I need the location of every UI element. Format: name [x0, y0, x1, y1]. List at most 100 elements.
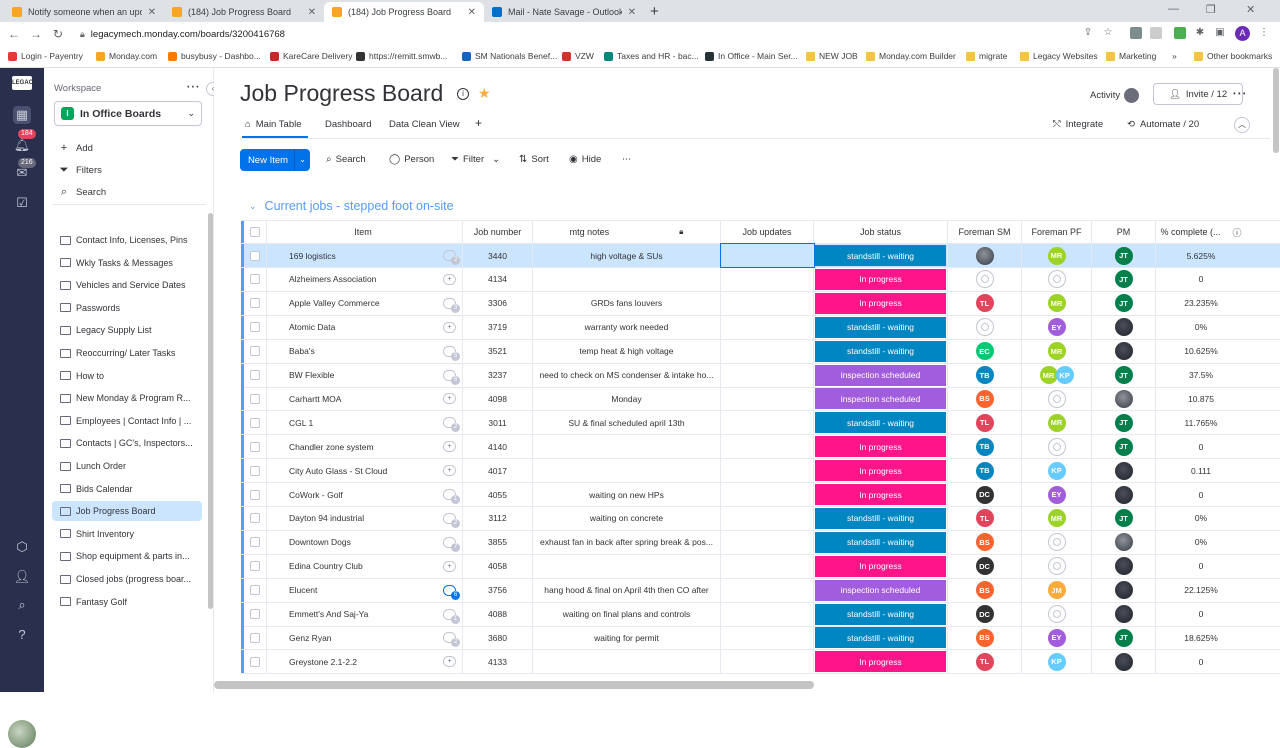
job-updates-cell[interactable] [721, 267, 814, 291]
extension-icon[interactable] [1150, 27, 1162, 39]
item-name-cell[interactable]: Baba's [267, 340, 437, 363]
foreman-sm-cell[interactable]: DC [948, 602, 1022, 626]
job-updates-cell[interactable] [721, 530, 814, 554]
updates-button[interactable]: 2 [437, 626, 463, 650]
empty-person-avatar[interactable] [1047, 270, 1066, 289]
hide-button[interactable]: ◉ Hide [569, 154, 601, 165]
updates-button[interactable]: 1 [437, 483, 463, 506]
bookmark[interactable]: https://remitt.smwb... [356, 51, 447, 61]
row-checkbox[interactable] [244, 530, 267, 554]
pm-cell[interactable] [1092, 530, 1156, 554]
status-cell[interactable]: standstill - waiting [814, 339, 948, 363]
bookmark[interactable]: Monday.com [96, 51, 157, 61]
foreman-pf-cell[interactable]: MR [1022, 506, 1092, 530]
job-number-cell[interactable]: 4134 [463, 267, 533, 291]
table-row[interactable]: Chandler zone system +4140 In progress TB JT… [241, 435, 1280, 460]
avatar[interactable] [1114, 581, 1133, 600]
notes-cell[interactable]: hang hood & final on April 4th then CO a… [533, 578, 721, 602]
empty-person-avatar[interactable] [975, 270, 994, 289]
sort-button[interactable]: ⇅ Sort [519, 154, 549, 165]
foreman-pf-cell[interactable]: MR KP [1022, 363, 1092, 387]
extension-icon[interactable] [1130, 27, 1142, 39]
status-label[interactable]: inspection scheduled [815, 579, 946, 601]
chevron-down-icon[interactable]: ⌄ [492, 154, 500, 165]
avatar[interactable] [1114, 389, 1133, 408]
foreman-pf-cell[interactable]: MR [1022, 339, 1092, 363]
job-number-cell[interactable]: 3237 [463, 363, 533, 387]
more-icon[interactable]: ⋯ [1232, 84, 1247, 102]
row-checkbox[interactable] [244, 483, 267, 506]
foreman-pf-cell[interactable] [1022, 267, 1092, 291]
job-number-cell[interactable]: 4058 [463, 554, 533, 578]
avatar[interactable]: TB [975, 461, 994, 480]
avatar[interactable]: DC [975, 485, 994, 504]
item-name-cell[interactable]: CoWork - Golf [267, 483, 437, 506]
foreman-sm-cell[interactable]: DC [948, 554, 1022, 578]
status-label[interactable]: standstill - waiting [815, 340, 946, 362]
pm-cell[interactable]: JT [1092, 244, 1156, 267]
item-name-cell[interactable]: Alzheimers Association [267, 268, 437, 291]
notes-cell[interactable]: waiting for permit [533, 626, 721, 650]
column-header-job-updates[interactable]: Job updates [721, 221, 814, 243]
integrate-button[interactable]: ⤲ Integrate [1053, 119, 1103, 130]
foreman-sm-cell[interactable] [948, 244, 1022, 267]
avatar[interactable]: TL [975, 509, 994, 528]
pm-cell[interactable] [1092, 315, 1156, 339]
foreman-sm-cell[interactable]: EC [948, 339, 1022, 363]
avatar[interactable]: JM [1047, 581, 1066, 600]
table-row[interactable]: Alzheimers Association +4134 In progress JT… [241, 267, 1280, 292]
empty-person-avatar[interactable] [1047, 605, 1066, 623]
table-row[interactable]: CGL 1 2 3011 SU & final scheduled april 13t… [241, 411, 1280, 436]
foreman-sm-cell[interactable]: BS [948, 626, 1022, 650]
pm-cell[interactable]: JT [1092, 435, 1156, 459]
notes-cell[interactable]: high voltage & SUs [533, 244, 721, 267]
tab-data-clean-view[interactable]: Data Clean View [389, 119, 460, 130]
updates-button[interactable]: 2 [437, 411, 463, 435]
bookmark-folder[interactable]: migrate [966, 51, 1007, 61]
updates-button[interactable]: 2 [437, 506, 463, 530]
notes-cell[interactable]: SU & final scheduled april 13th [533, 411, 721, 435]
sidebar-board-item[interactable]: Legacy Supply List [52, 320, 202, 340]
job-number-cell[interactable]: 3112 [463, 506, 533, 530]
job-number-cell[interactable]: 4140 [463, 435, 533, 459]
avatar[interactable]: JT [1114, 246, 1133, 265]
updates-button[interactable]: + [437, 267, 463, 291]
foreman-sm-cell[interactable]: TL [948, 506, 1022, 530]
avatar[interactable]: EY [1047, 485, 1066, 504]
status-cell[interactable]: In progress [814, 483, 948, 506]
status-cell[interactable]: standstill - waiting [814, 506, 948, 530]
avatar[interactable] [1114, 342, 1133, 361]
updates-button[interactable]: + [437, 554, 463, 578]
foreman-pf-cell[interactable]: EY [1022, 315, 1092, 339]
row-checkbox[interactable] [244, 435, 267, 459]
status-label[interactable]: In progress [815, 436, 946, 458]
bookmark[interactable]: busybusy - Dashbo... [168, 51, 261, 61]
group-title[interactable]: ⌄ Current jobs - stepped foot on-site [249, 199, 454, 213]
chat-bubble-icon[interactable]: + [443, 441, 456, 453]
empty-person-avatar[interactable] [975, 318, 994, 337]
browser-tab[interactable]: (184) Job Progress Board ✕ [164, 2, 324, 22]
column-header-job-number[interactable]: Job number [463, 221, 533, 243]
updates-button[interactable]: + [437, 315, 463, 339]
row-checkbox[interactable] [244, 506, 267, 530]
new-tab-icon[interactable]: + [650, 3, 659, 20]
chat-bubble-icon[interactable]: 1 [443, 608, 460, 624]
updates-button[interactable]: + [437, 459, 463, 483]
job-updates-cell[interactable] [721, 554, 814, 578]
browser-menu-icon[interactable]: ⋮ [1258, 27, 1270, 39]
favorite-star-icon[interactable]: ★ [478, 85, 491, 102]
status-label[interactable]: In progress [815, 484, 946, 505]
item-name-cell[interactable]: Atomic Data [267, 316, 437, 339]
item-name-cell[interactable]: Genz Ryan [267, 626, 437, 649]
browser-tab[interactable]: Notify someone when an update ✕ [4, 2, 164, 22]
chat-bubble-icon[interactable]: + [443, 465, 456, 477]
updates-button[interactable]: + [437, 387, 463, 411]
notes-cell[interactable] [533, 650, 721, 674]
browser-tab[interactable]: Mail - Nate Savage - Outlook ✕ [484, 2, 644, 22]
updates-button[interactable]: + [437, 650, 463, 674]
avatar[interactable]: KP [1047, 461, 1066, 480]
job-updates-cell[interactable] [721, 315, 814, 339]
avatar-group[interactable]: MR KP [1039, 366, 1075, 384]
row-checkbox[interactable] [244, 267, 267, 291]
notes-cell[interactable]: Monday [533, 387, 721, 411]
